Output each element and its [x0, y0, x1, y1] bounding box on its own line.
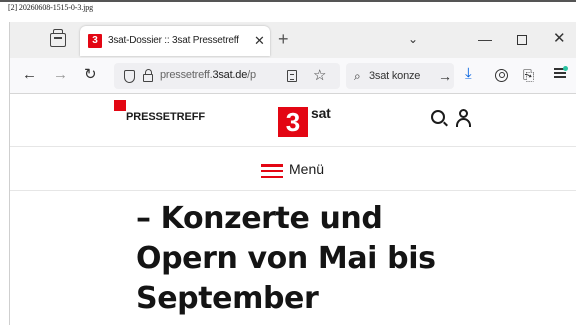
- search-bar[interactable]: ⌕ 3sat konze →: [346, 63, 454, 89]
- pressetreff-logo-square: [114, 100, 126, 111]
- headline-line: September: [136, 281, 319, 316]
- account-icon[interactable]: [495, 69, 508, 82]
- url-host: 3sat.de: [212, 69, 248, 81]
- tab-title: 3sat-Dossier :: 3sat Pressetreff: [108, 35, 239, 46]
- lock-icon[interactable]: [143, 69, 153, 82]
- new-tab-icon[interactable]: +: [278, 28, 289, 50]
- site-search-icon[interactable]: [431, 110, 445, 124]
- search-go-arrow-icon[interactable]: →: [438, 67, 452, 85]
- web-page: PRESSETREFF 3 sat Menü – Konzerte und Op…: [10, 95, 576, 325]
- menu-label[interactable]: Menü: [289, 161, 324, 177]
- url-prefix: pressetreff.: [160, 69, 213, 81]
- window-minimize-icon[interactable]: —: [478, 31, 492, 47]
- tracking-shield-icon[interactable]: [124, 70, 135, 83]
- tab-list-chevron-icon[interactable]: ⌄: [408, 32, 418, 46]
- url-suffix: /p: [247, 69, 256, 81]
- 3sat-favicon-icon: 3: [88, 34, 102, 48]
- search-input[interactable]: 3sat konze: [369, 70, 420, 82]
- navigation-toolbar: ← → ↻ pressetreff.3sat.de/p ☆ ⌕ 3sat kon…: [10, 58, 576, 94]
- forward-arrow-icon[interactable]: →: [53, 66, 68, 84]
- tab-strip: 3 3sat-Dossier :: 3sat Pressetreff ✕ + ⌄…: [10, 22, 576, 58]
- headline-line: – Konzerte und: [136, 201, 383, 236]
- window-maximize-icon[interactable]: [517, 35, 527, 45]
- download-icon[interactable]: ⤓: [465, 65, 472, 83]
- hamburger-menu-icon[interactable]: [261, 164, 283, 179]
- article-headline: – Konzerte und Opern von Mai bis Septemb…: [136, 199, 556, 319]
- back-arrow-icon[interactable]: ←: [22, 66, 37, 84]
- 3sat-logo-word[interactable]: sat: [311, 105, 331, 121]
- extensions-icon[interactable]: ⎘: [523, 66, 534, 84]
- url-text[interactable]: pressetreff.3sat.de/p: [160, 69, 266, 81]
- user-login-icon[interactable]: [456, 109, 472, 127]
- window-close-icon[interactable]: ✕: [553, 30, 566, 48]
- bookmark-star-icon[interactable]: ☆: [313, 67, 326, 85]
- search-icon: ⌕: [354, 69, 361, 83]
- reload-icon[interactable]: ↻: [84, 66, 97, 84]
- address-bar[interactable]: pressetreff.3sat.de/p ☆: [114, 63, 340, 89]
- reader-view-icon[interactable]: [287, 70, 297, 82]
- headline-line: Opern von Mai bis: [136, 241, 436, 276]
- site-menu-toggle[interactable]: Menü: [10, 148, 576, 191]
- active-tab[interactable]: 3 3sat-Dossier :: 3sat Pressetreff ✕: [80, 26, 270, 56]
- browser-window: 3 3sat-Dossier :: 3sat Pressetreff ✕ + ⌄…: [9, 22, 576, 325]
- 3sat-logo-icon[interactable]: 3: [278, 107, 308, 137]
- tab-overview-icon[interactable]: [50, 29, 66, 47]
- tab-close-icon[interactable]: ✕: [254, 33, 265, 49]
- site-header: PRESSETREFF 3 sat: [10, 95, 576, 147]
- update-badge-dot: [563, 66, 568, 71]
- image-filename-caption: [2] 20260608-1515-0-3.jpg: [8, 3, 94, 12]
- pressetreff-logo-link[interactable]: PRESSETREFF: [126, 111, 205, 123]
